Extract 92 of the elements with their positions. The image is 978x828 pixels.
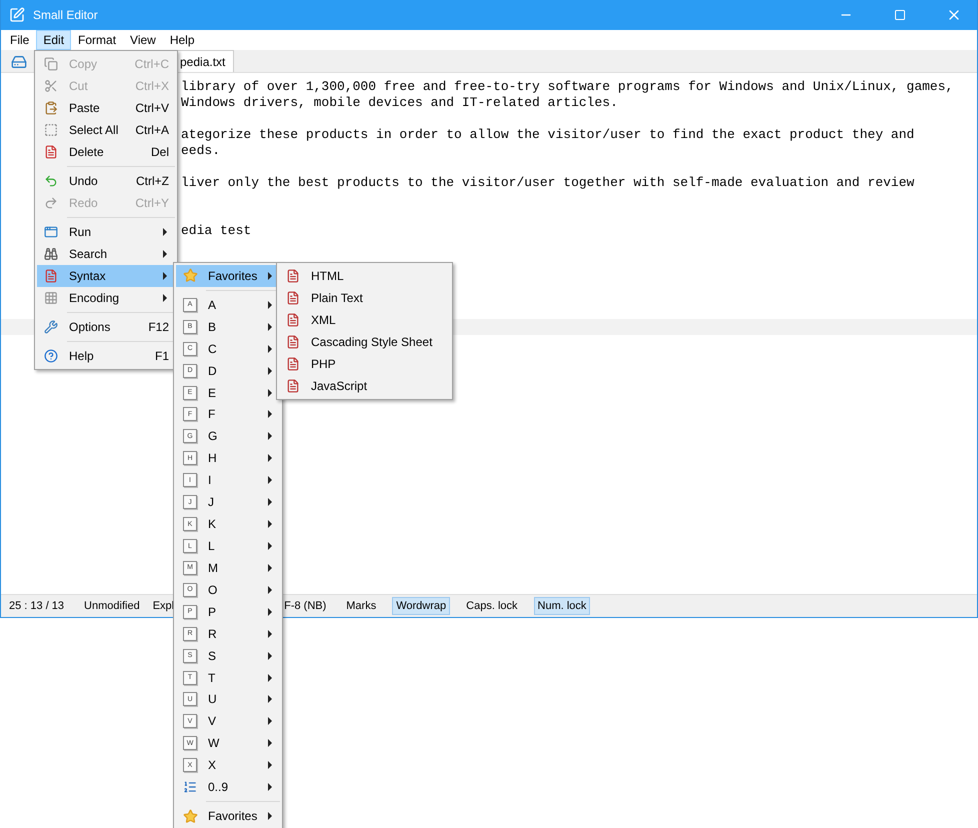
status-item: Caps. lock bbox=[465, 599, 519, 614]
menu-option[interactable]: Cascading Style Sheet bbox=[279, 331, 450, 353]
submenu-arrow-icon bbox=[161, 294, 169, 302]
help-icon bbox=[44, 349, 58, 363]
document-icon bbox=[286, 291, 300, 305]
menu-item[interactable]: Edit bbox=[36, 30, 72, 50]
submenu-arrow-icon bbox=[266, 366, 274, 375]
submenu-arrow-icon bbox=[266, 432, 274, 440]
submenu-arrow-icon bbox=[266, 783, 274, 792]
menu-option[interactable]: JavaScript bbox=[279, 375, 450, 397]
window-icon bbox=[44, 225, 58, 239]
menu-option[interactable]: HTML bbox=[279, 265, 450, 287]
submenu-arrow-icon bbox=[266, 674, 274, 682]
menu-option[interactable]: PHP bbox=[279, 353, 450, 375]
menu-item[interactable]: File bbox=[3, 30, 36, 50]
status-item: 25 : 13 / 13 bbox=[8, 599, 66, 614]
drive-icon[interactable] bbox=[11, 54, 27, 70]
text-line: library of over 1,300,000 free and free-to-try software programs for Windows and Unix/Linux, games, bbox=[181, 79, 954, 95]
text-line: Windows drivers, mobile devices and IT-related articles. bbox=[181, 95, 618, 111]
submenu-arrow-icon bbox=[266, 388, 274, 397]
document-icon bbox=[286, 335, 300, 349]
window-title: Small Editor bbox=[33, 8, 99, 22]
binoculars-icon bbox=[44, 247, 58, 261]
menu-option[interactable]: Plain Text bbox=[279, 287, 450, 309]
submenu-arrow-icon bbox=[266, 630, 274, 638]
selection-icon bbox=[44, 123, 58, 137]
submenu-arrow-icon bbox=[266, 717, 274, 726]
menu-option[interactable]: 0..9 bbox=[176, 776, 280, 798]
numbered-list-icon bbox=[183, 780, 197, 794]
scissors-icon bbox=[44, 79, 58, 93]
maximize-icon[interactable] bbox=[894, 9, 906, 21]
wrench-icon bbox=[44, 320, 58, 334]
submenu-arrow-icon bbox=[266, 586, 274, 594]
submenu-arrow-icon bbox=[266, 739, 274, 748]
star-icon bbox=[182, 268, 198, 284]
menu-item[interactable]: Format bbox=[71, 30, 124, 50]
menu-option[interactable]: Search bbox=[37, 243, 175, 265]
text-line: eeds. bbox=[181, 143, 220, 159]
submenu-arrow-icon bbox=[266, 695, 274, 704]
submenu-arrow-icon bbox=[266, 761, 274, 770]
document-icon bbox=[286, 313, 300, 327]
undo-icon bbox=[44, 174, 58, 188]
menu-option[interactable]: Delete Del bbox=[37, 141, 175, 163]
submenu-arrow-icon bbox=[161, 250, 169, 258]
submenu-arrow-icon bbox=[266, 476, 274, 484]
document-icon bbox=[286, 269, 300, 283]
text-line: edia test bbox=[181, 223, 252, 239]
status-item: Num. lock bbox=[534, 597, 590, 615]
submenu-arrow-icon bbox=[266, 322, 274, 331]
menu-item[interactable]: Help bbox=[162, 30, 202, 50]
submenu-arrow-icon bbox=[266, 652, 274, 660]
grid-icon bbox=[44, 291, 58, 305]
status-item: Wordwrap bbox=[392, 597, 450, 615]
menu-option[interactable]: Run bbox=[37, 221, 175, 243]
document-icon bbox=[286, 379, 300, 393]
menu-option[interactable]: Paste Ctrl+V bbox=[37, 97, 175, 119]
menu-option[interactable]: Syntax bbox=[37, 265, 175, 287]
document-icon bbox=[44, 145, 58, 159]
submenu-arrow-icon bbox=[266, 542, 274, 550]
menu-option[interactable]: Select All Ctrl+A bbox=[37, 119, 175, 141]
status-item: Unmodified bbox=[83, 599, 141, 614]
submenu-arrow-icon bbox=[266, 272, 274, 280]
submenu-arrow-icon bbox=[266, 564, 274, 572]
star-icon bbox=[182, 808, 198, 824]
text-line: liver only the best products to the visitor/user together with self-made evaluation and review bbox=[181, 175, 914, 191]
app-icon bbox=[9, 7, 25, 23]
submenu-arrow-icon bbox=[161, 272, 169, 280]
submenu-arrow-icon bbox=[266, 812, 274, 820]
document-icon bbox=[286, 357, 300, 371]
submenu-arrow-icon bbox=[266, 454, 274, 462]
submenu-arrow-icon bbox=[266, 520, 274, 528]
submenu-arrow-icon bbox=[266, 410, 274, 418]
menu-option[interactable]: Favorites bbox=[176, 805, 280, 828]
status-item: Marks bbox=[345, 599, 378, 614]
copy-icon bbox=[44, 57, 58, 71]
menu-option[interactable]: Undo Ctrl+Z bbox=[37, 170, 175, 192]
menu-item[interactable]: View bbox=[123, 30, 163, 50]
text-line: ategorize these products in order to allow the visitor/user to find the exact product they and bbox=[181, 127, 914, 143]
document-icon bbox=[44, 269, 58, 283]
submenu-arrow-icon bbox=[266, 608, 274, 616]
file-tab[interactable]: pedia.txt bbox=[175, 50, 234, 72]
menu-option[interactable]: Options F12 bbox=[37, 316, 175, 338]
submenu-arrow-icon bbox=[266, 300, 274, 309]
status-item: F-8 (NB) bbox=[283, 599, 328, 614]
submenu-arrow-icon bbox=[266, 344, 274, 353]
clipboard-icon bbox=[44, 101, 58, 115]
menu-option[interactable]: XML bbox=[279, 309, 450, 331]
submenu-arrow-icon bbox=[266, 498, 274, 506]
redo-icon bbox=[44, 196, 58, 210]
menu-option[interactable]: Help F1 bbox=[37, 345, 175, 367]
menu-option[interactable]: Encoding bbox=[37, 287, 175, 309]
submenu-arrow-icon bbox=[161, 228, 169, 236]
